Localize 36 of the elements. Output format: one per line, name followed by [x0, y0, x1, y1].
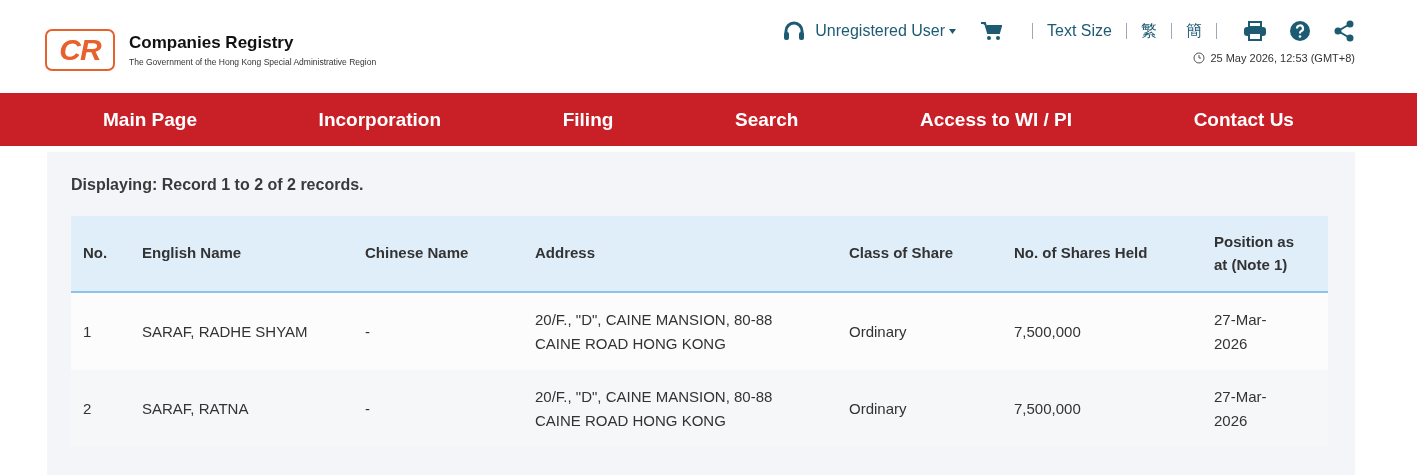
column-header: Class of Share [837, 216, 1002, 293]
nav-item[interactable]: Access to WI / PI [919, 108, 1072, 131]
site-title: Companies Registry [129, 32, 295, 53]
table-cell: - [353, 293, 523, 370]
column-header: Chinese Name [353, 216, 523, 293]
clock-icon [1193, 52, 1206, 64]
cart-icon[interactable] [980, 21, 1003, 41]
site-subtitle: The Government of the Hong Kong Special Administrative Region [129, 56, 377, 67]
help-icon[interactable] [1289, 20, 1311, 42]
simplified-chinese-link[interactable]: 簡 [1186, 20, 1202, 42]
column-header: Position as at (Note 1) [1202, 216, 1328, 293]
table-cell: 27-Mar-2026 [1202, 293, 1328, 370]
column-header: No. [71, 216, 130, 293]
table-cell: 20/F., "D", CAINE MANSION, 80-88 CAINE ROAD HONG KONG [523, 293, 837, 370]
column-header: English Name [130, 216, 353, 293]
record-summary: Displaying: Record 1 to 2 of 2 records. [71, 176, 365, 194]
table-cell: 7,500,000 [1002, 293, 1202, 370]
traditional-chinese-link[interactable]: 繁 [1141, 20, 1157, 42]
nav-item[interactable]: Contact Us [1193, 108, 1294, 131]
nav-item[interactable]: Main Page [103, 108, 197, 131]
date-time: 25 May 2026, 12:53 (GMT+8) [1210, 52, 1355, 64]
table-cell: SARAF, RADHE SHYAM [130, 293, 353, 370]
text-size-link[interactable]: Text Size [1047, 22, 1112, 40]
nav-item[interactable]: Search [734, 108, 799, 131]
column-header: No. of Shares Held [1002, 216, 1202, 293]
caret-icon[interactable] [949, 28, 957, 34]
user-menu[interactable]: Unregistered User [815, 22, 946, 40]
headset-icon[interactable] [783, 21, 806, 41]
cr-logo: CR [45, 28, 115, 71]
share-icon[interactable] [1333, 20, 1355, 42]
table-cell: 1 [71, 293, 130, 370]
table-cell: Ordinary [837, 293, 1002, 370]
column-header: Address [523, 216, 837, 293]
nav-item[interactable]: Filing [562, 108, 614, 131]
nav-item[interactable]: Incorporation [318, 108, 442, 131]
print-icon[interactable] [1243, 21, 1267, 41]
